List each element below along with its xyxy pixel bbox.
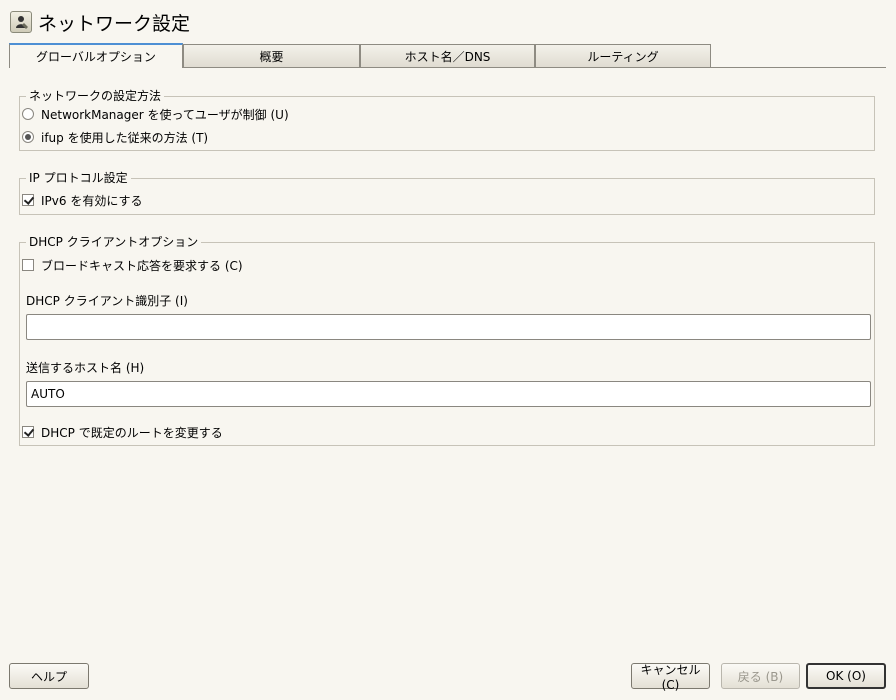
networkmanager-radio[interactable]	[22, 108, 34, 120]
tab-global-options[interactable]: グローバルオプション	[9, 43, 183, 68]
ip-protocol-group: IP プロトコル設定 IPv6 を有効にする	[19, 169, 875, 215]
ifup-label: ifup を使用した従来の方法 (T)	[41, 130, 209, 145]
ifup-option[interactable]: ifup を使用した従来の方法 (T)	[22, 129, 208, 145]
ifup-radio[interactable]	[22, 131, 34, 143]
broadcast-label: ブロードキャスト応答を要求する (C)	[41, 258, 243, 273]
client-id-input[interactable]	[26, 314, 871, 340]
network-setup-group: ネットワークの設定方法 NetworkManager を使ってユーザが制御 (U…	[19, 87, 875, 151]
ipv6-option[interactable]: IPv6 を有効にする	[22, 192, 142, 208]
tab-overview[interactable]: 概要	[183, 44, 360, 68]
cancel-button[interactable]: キャンセル (C)	[631, 663, 710, 692]
dhcp-client-group: DHCP クライアントオプション ブロードキャスト応答を要求する (C) DHC…	[19, 233, 875, 446]
network-settings-icon	[10, 11, 32, 33]
default-route-checkbox[interactable]	[22, 426, 34, 438]
ip-protocol-legend: IP プロトコル設定	[26, 169, 131, 186]
ipv6-label: IPv6 を有効にする	[41, 193, 143, 208]
default-route-option[interactable]: DHCP で既定のルートを変更する	[22, 424, 223, 440]
ipv6-checkbox[interactable]	[22, 194, 34, 206]
tab-routing[interactable]: ルーティング	[535, 44, 711, 68]
network-setup-legend: ネットワークの設定方法	[26, 87, 165, 104]
window-title: ネットワーク設定	[38, 12, 191, 35]
help-button[interactable]: ヘルプ	[9, 663, 89, 689]
tab-bar: グローバルオプション 概要 ホスト名／DNS ルーティング	[9, 43, 711, 68]
hostname-label: 送信するホスト名 (H)	[26, 361, 145, 375]
tab-hostname-dns[interactable]: ホスト名／DNS	[360, 44, 535, 68]
ok-button[interactable]: OK (O)	[806, 663, 886, 689]
networkmanager-option[interactable]: NetworkManager を使ってユーザが制御 (U)	[22, 106, 289, 122]
title-bar: ネットワーク設定	[10, 8, 190, 36]
dhcp-client-legend: DHCP クライアントオプション	[26, 233, 202, 250]
back-button[interactable]: 戻る (B)	[721, 663, 800, 689]
networkmanager-label: NetworkManager を使ってユーザが制御 (U)	[41, 107, 289, 122]
default-route-label: DHCP で既定のルートを変更する	[41, 425, 223, 440]
hostname-input[interactable]	[26, 381, 871, 407]
broadcast-checkbox[interactable]	[22, 259, 34, 271]
client-id-label: DHCP クライアント識別子 (I)	[26, 294, 188, 308]
broadcast-option[interactable]: ブロードキャスト応答を要求する (C)	[22, 257, 243, 273]
